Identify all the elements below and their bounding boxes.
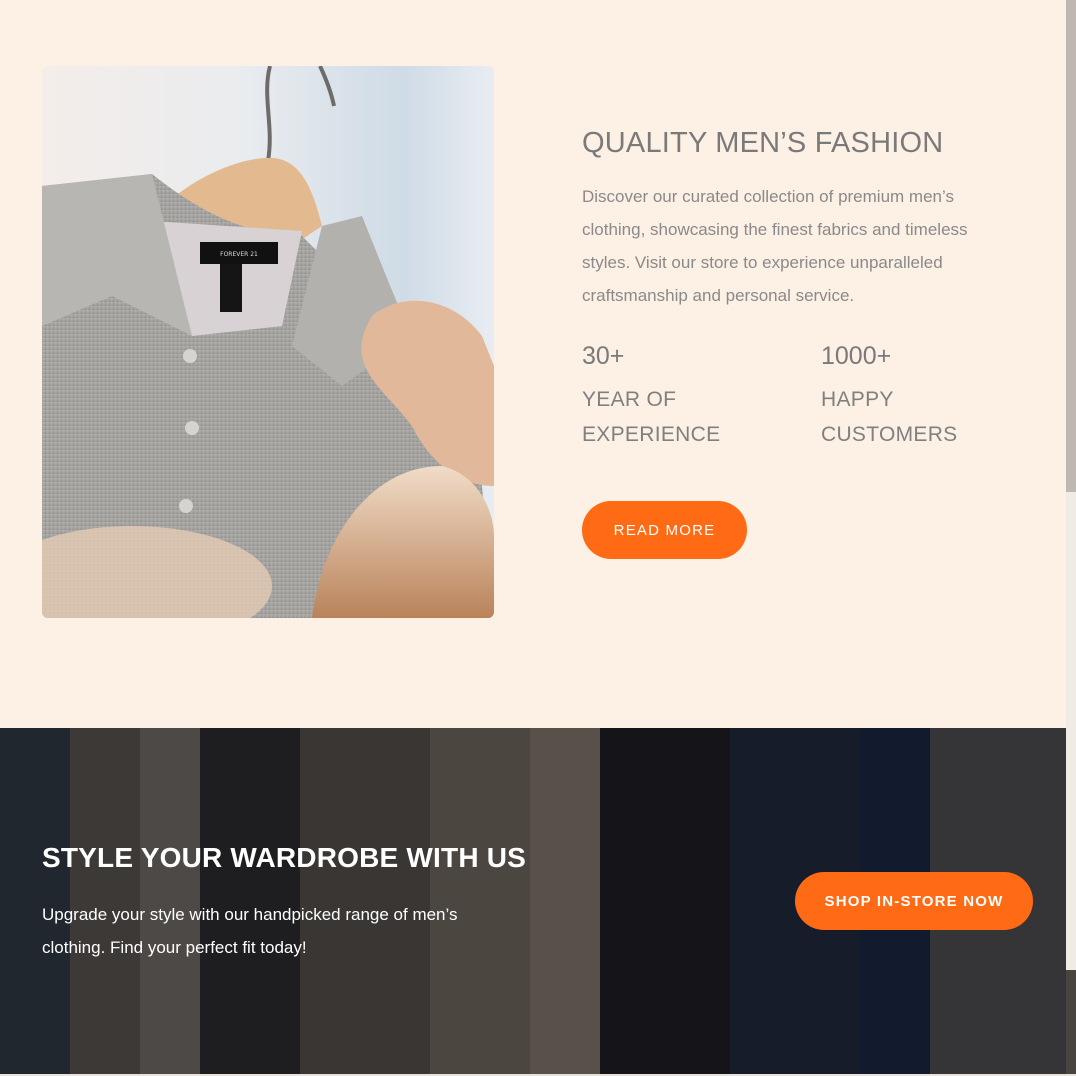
about-text-block: QUALITY MEN’S FASHION Discover our curat… bbox=[582, 120, 1002, 312]
stat-label: YEAR OF EXPERIENCE bbox=[582, 382, 782, 452]
stat-number: 1000+ bbox=[821, 342, 892, 370]
stat-experience: 30+ YEAR OF EXPERIENCE bbox=[582, 336, 782, 452]
stat-customers: 1000+ HAPPY CUSTOMERS bbox=[821, 336, 1021, 452]
stat-label-line1: HAPPY bbox=[821, 388, 894, 411]
stat-label-line1: YEAR OF bbox=[582, 388, 677, 411]
shirt-on-hanger-photo: FOREVER 21 bbox=[42, 66, 494, 618]
stat-label: HAPPY CUSTOMERS bbox=[821, 382, 1021, 452]
shop-in-store-button[interactable]: SHOP IN-STORE NOW bbox=[795, 872, 1033, 930]
stat-label-line2: CUSTOMERS bbox=[821, 423, 958, 446]
scrollbar-track-dark bbox=[1066, 970, 1076, 1076]
scrollbar-thumb[interactable] bbox=[1066, 0, 1076, 492]
read-more-button[interactable]: READ MORE bbox=[582, 501, 747, 559]
stat-number: 30+ bbox=[582, 342, 625, 370]
stats-row: 30+ YEAR OF EXPERIENCE 1000+ HAPPY CUSTO… bbox=[582, 336, 1022, 456]
cta-title: STYLE YOUR WARDROBE WITH US bbox=[42, 842, 527, 873]
about-section: FOREVER 21 QUALITY MEN’S FASHION Discove… bbox=[0, 0, 1066, 728]
about-title: QUALITY MEN’S FASHION bbox=[582, 127, 944, 159]
stat-label-line2: EXPERIENCE bbox=[582, 423, 721, 446]
brand-tag: FOREVER 21 bbox=[220, 251, 258, 258]
about-description: Discover our curated collection of premi… bbox=[582, 187, 968, 305]
cta-description: Upgrade your style with our handpicked r… bbox=[42, 905, 458, 957]
